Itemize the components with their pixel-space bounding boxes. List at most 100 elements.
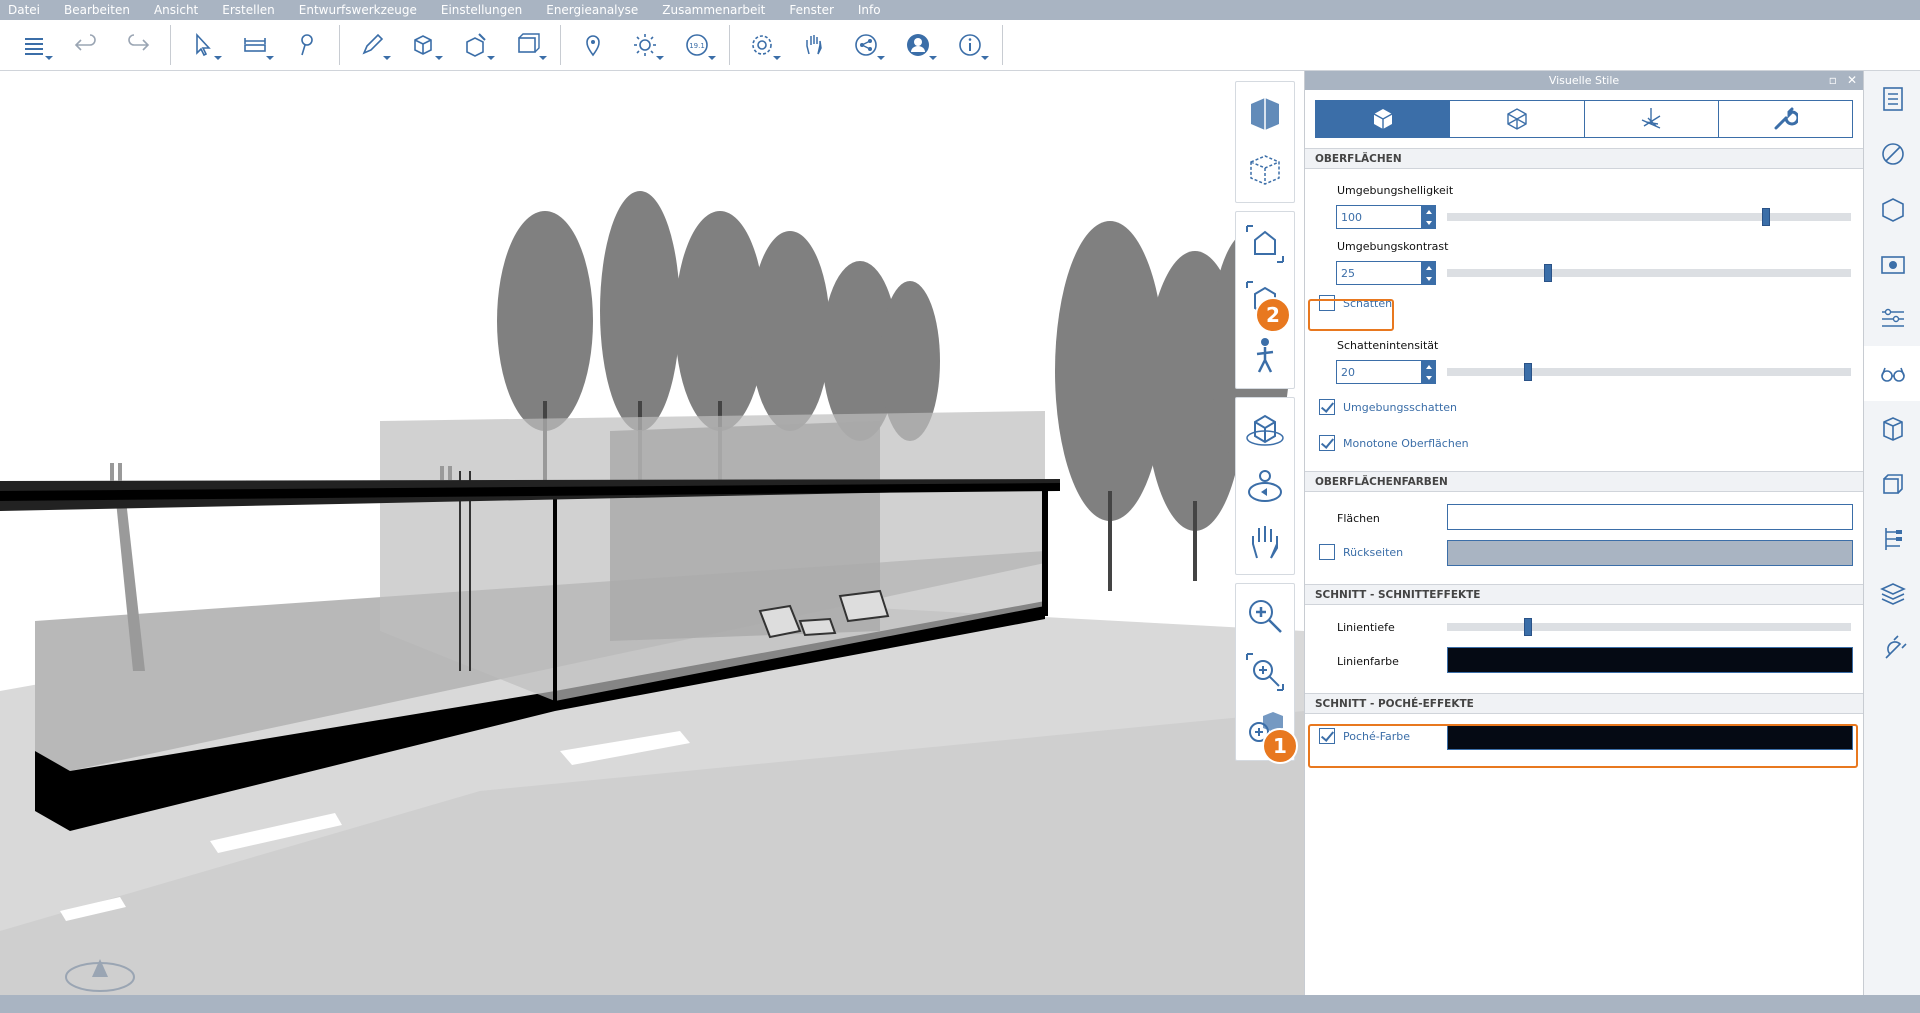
menu-einstellungen[interactable]: Einstellungen xyxy=(429,3,534,17)
section-view-button[interactable] xyxy=(1236,86,1294,142)
tab-tools[interactable] xyxy=(1718,101,1852,137)
home-view-button[interactable] xyxy=(1236,216,1294,272)
cut-effects-section: SCHNITT - SCHNITTEFFEKTE Linientiefe Lin… xyxy=(1305,584,1863,693)
cube-wireframe-icon xyxy=(1507,108,1527,130)
backfaces-checkbox[interactable] xyxy=(1319,544,1335,560)
solid-edit-button[interactable] xyxy=(455,26,497,64)
slider-thumb[interactable] xyxy=(1523,618,1532,636)
orbit-button[interactable] xyxy=(1236,402,1294,458)
draw-button[interactable] xyxy=(351,26,393,64)
section-view-icon xyxy=(1251,98,1279,130)
slider-thumb[interactable] xyxy=(1523,363,1532,381)
ambient-brightness-spinner[interactable]: 100 xyxy=(1336,205,1436,229)
ambient-brightness-slider[interactable] xyxy=(1447,208,1851,226)
share-button[interactable] xyxy=(845,26,887,64)
undo-icon xyxy=(74,34,96,51)
sun-button[interactable] xyxy=(624,26,666,64)
sun-icon xyxy=(634,34,656,56)
settings-button[interactable] xyxy=(741,26,783,64)
sidebar-item-layers[interactable] xyxy=(1864,291,1920,346)
close-button[interactable]: ✕ xyxy=(1847,73,1857,87)
ambient-contrast-slider[interactable] xyxy=(1447,264,1851,282)
menu-entwurfswerkzeuge[interactable]: Entwurfswerkzeuge xyxy=(287,3,429,17)
ambient-contrast-spinner[interactable]: 25 xyxy=(1336,261,1436,285)
tab-surfaces[interactable] xyxy=(1316,101,1451,137)
sidebar-item-sections[interactable] xyxy=(1864,401,1920,456)
camera-icon xyxy=(1880,255,1905,274)
menu-energieanalyse[interactable]: Energieanalyse xyxy=(534,3,650,17)
zoom-window-icon xyxy=(1246,653,1284,691)
user-icon xyxy=(907,34,929,56)
pan-button[interactable] xyxy=(1236,514,1294,570)
restore-button[interactable]: ▫ xyxy=(1829,73,1837,87)
sidebar-item-visual-styles[interactable] xyxy=(1864,346,1920,401)
redo-button[interactable] xyxy=(117,26,159,64)
layers-button[interactable] xyxy=(13,26,55,64)
model-button[interactable] xyxy=(507,26,549,64)
turn-button[interactable] xyxy=(1236,458,1294,514)
location-button[interactable] xyxy=(572,26,614,64)
3d-viewport[interactable] xyxy=(0,71,1304,995)
menu-ansicht[interactable]: Ansicht xyxy=(142,3,210,17)
walk-button[interactable] xyxy=(1236,328,1294,384)
materials-icon xyxy=(1881,142,1904,165)
undo-button[interactable] xyxy=(65,26,107,64)
panel-title: Visuelle Stile xyxy=(1548,74,1620,87)
info-icon xyxy=(959,34,981,56)
backfaces-label[interactable]: Rückseiten xyxy=(1343,546,1403,559)
dimension-icon xyxy=(301,34,313,56)
menu-fenster[interactable]: Fenster xyxy=(777,3,846,17)
plug-icon xyxy=(1884,634,1907,659)
line-color-swatch[interactable] xyxy=(1447,647,1853,673)
sidebar-item-energy[interactable] xyxy=(1864,621,1920,676)
sidebar-item-views[interactable] xyxy=(1864,456,1920,511)
select-button[interactable] xyxy=(182,26,224,64)
ambient-occlusion-label[interactable]: Umgebungsschatten xyxy=(1343,401,1457,414)
toolbar-divider xyxy=(560,25,561,65)
date-button[interactable]: 19.1 xyxy=(676,26,718,64)
box-add-button[interactable] xyxy=(403,26,445,64)
menu-info[interactable]: Info xyxy=(846,3,893,17)
perspective-view-button[interactable] xyxy=(1236,142,1294,198)
slider-thumb[interactable] xyxy=(1762,208,1771,226)
measure-icon xyxy=(244,38,266,52)
line-depth-slider[interactable] xyxy=(1447,618,1851,636)
menu-datei[interactable]: Datei xyxy=(0,3,52,17)
dimension-button[interactable] xyxy=(286,26,328,64)
menu-erstellen[interactable]: Erstellen xyxy=(210,3,287,17)
hand-button[interactable] xyxy=(793,26,835,64)
shadow-intensity-spinner[interactable]: 20 xyxy=(1336,360,1436,384)
ambient-occlusion-checkbox[interactable] xyxy=(1319,399,1335,415)
shadow-intensity-slider[interactable] xyxy=(1447,363,1851,381)
view-group xyxy=(1235,81,1295,203)
monotone-label[interactable]: Monotone Oberflächen xyxy=(1343,437,1469,450)
menu-bar: Datei Bearbeiten Ansicht Erstellen Entwu… xyxy=(0,0,1920,20)
monotone-checkbox[interactable] xyxy=(1319,435,1335,451)
menu-bearbeiten[interactable]: Bearbeiten xyxy=(52,3,142,17)
sidebar-item-scenes[interactable] xyxy=(1864,236,1920,291)
info-button[interactable] xyxy=(949,26,991,64)
ambient-brightness-value: 100 xyxy=(1341,211,1362,224)
user-button[interactable] xyxy=(897,26,939,64)
faces-color-swatch[interactable] xyxy=(1447,504,1853,530)
zoom-window-button[interactable] xyxy=(1236,644,1294,700)
zoom-icon xyxy=(1249,600,1282,633)
sidebar-item-library[interactable] xyxy=(1864,181,1920,236)
right-sidebar xyxy=(1863,71,1920,995)
zoom-button[interactable] xyxy=(1236,588,1294,644)
tab-edges[interactable] xyxy=(1450,101,1585,137)
date-badge: 19.1 xyxy=(689,42,705,50)
sidebar-item-properties[interactable] xyxy=(1864,71,1920,126)
toolbar-divider xyxy=(1002,25,1003,65)
select-icon xyxy=(196,32,211,57)
views-icon xyxy=(1882,473,1903,494)
slider-thumb[interactable] xyxy=(1544,264,1552,282)
sidebar-item-materials[interactable] xyxy=(1864,126,1920,181)
sidebar-item-structure[interactable] xyxy=(1864,511,1920,566)
menu-zusammenarbeit[interactable]: Zusammenarbeit xyxy=(650,3,777,17)
sidebar-item-stack[interactable] xyxy=(1864,566,1920,621)
backfaces-color-swatch[interactable] xyxy=(1447,540,1853,566)
tab-grid[interactable] xyxy=(1584,101,1719,137)
measure-button[interactable] xyxy=(234,26,276,64)
shadow-intensity-label: Schattenintensität xyxy=(1337,339,1439,352)
